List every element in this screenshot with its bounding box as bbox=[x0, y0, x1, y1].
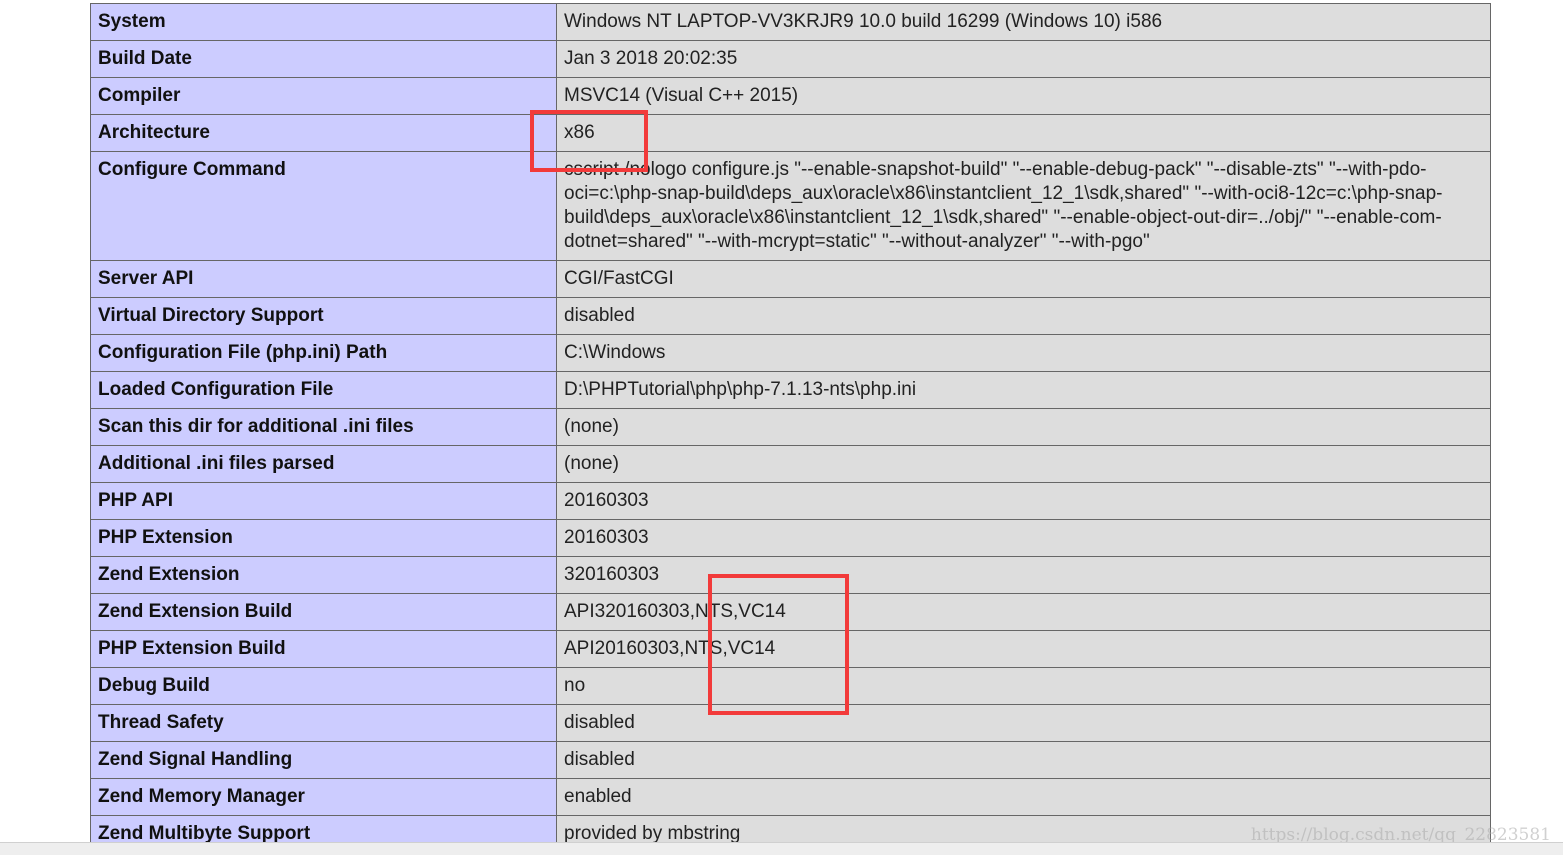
table-row: Debug Build no bbox=[90, 667, 1491, 705]
setting-value: MSVC14 (Visual C++ 2015) bbox=[556, 77, 1491, 115]
setting-name: Scan this dir for additional .ini files bbox=[90, 408, 557, 446]
table-row: System Windows NT LAPTOP-VV3KRJR9 10.0 b… bbox=[90, 3, 1491, 41]
setting-value: CGI/FastCGI bbox=[556, 260, 1491, 298]
setting-name: PHP API bbox=[90, 482, 557, 520]
table-row: Zend Extension 320160303 bbox=[90, 556, 1491, 594]
setting-name: Compiler bbox=[90, 77, 557, 115]
setting-value: API20160303,NTS,VC14 bbox=[556, 630, 1491, 668]
setting-value: Jan 3 2018 20:02:35 bbox=[556, 40, 1491, 78]
table-row: Compiler MSVC14 (Visual C++ 2015) bbox=[90, 77, 1491, 115]
setting-value: disabled bbox=[556, 704, 1491, 742]
setting-name: Zend Signal Handling bbox=[90, 741, 557, 779]
setting-name: Thread Safety bbox=[90, 704, 557, 742]
setting-value: Windows NT LAPTOP-VV3KRJR9 10.0 build 16… bbox=[556, 3, 1491, 41]
table-row: PHP Extension 20160303 bbox=[90, 519, 1491, 557]
setting-value: (none) bbox=[556, 408, 1491, 446]
setting-name: Zend Memory Manager bbox=[90, 778, 557, 816]
table-row: Zend Extension Build API320160303,NTS,VC… bbox=[90, 593, 1491, 631]
setting-name: Zend Extension bbox=[90, 556, 557, 594]
table-row: Loaded Configuration File D:\PHPTutorial… bbox=[90, 371, 1491, 409]
setting-value: 20160303 bbox=[556, 519, 1491, 557]
setting-name: Configuration File (php.ini) Path bbox=[90, 334, 557, 372]
bottom-scrollbar-area[interactable] bbox=[0, 842, 1563, 855]
setting-name: PHP Extension bbox=[90, 519, 557, 557]
phpinfo-table: System Windows NT LAPTOP-VV3KRJR9 10.0 b… bbox=[90, 3, 1491, 853]
setting-name: Configure Command bbox=[90, 151, 557, 261]
table-row: PHP Extension Build API20160303,NTS,VC14 bbox=[90, 630, 1491, 668]
table-row: Scan this dir for additional .ini files … bbox=[90, 408, 1491, 446]
setting-name: Debug Build bbox=[90, 667, 557, 705]
table-row: Architecture x86 bbox=[90, 114, 1491, 152]
table-row: PHP API 20160303 bbox=[90, 482, 1491, 520]
setting-value: disabled bbox=[556, 741, 1491, 779]
setting-name: Loaded Configuration File bbox=[90, 371, 557, 409]
setting-value: API320160303,NTS,VC14 bbox=[556, 593, 1491, 631]
table-row: Additional .ini files parsed (none) bbox=[90, 445, 1491, 483]
setting-value: C:\Windows bbox=[556, 334, 1491, 372]
table-row: Thread Safety disabled bbox=[90, 704, 1491, 742]
table-row: Configure Command cscript /nologo config… bbox=[90, 151, 1491, 261]
php-info-page: System Windows NT LAPTOP-VV3KRJR9 10.0 b… bbox=[0, 0, 1563, 855]
setting-value: D:\PHPTutorial\php\php-7.1.13-nts\php.in… bbox=[556, 371, 1491, 409]
table-row: Zend Signal Handling disabled bbox=[90, 741, 1491, 779]
setting-name: Server API bbox=[90, 260, 557, 298]
setting-value: (none) bbox=[556, 445, 1491, 483]
setting-value: 320160303 bbox=[556, 556, 1491, 594]
setting-value: disabled bbox=[556, 297, 1491, 335]
table-row: Zend Memory Manager enabled bbox=[90, 778, 1491, 816]
setting-name: Architecture bbox=[90, 114, 557, 152]
setting-name: Additional .ini files parsed bbox=[90, 445, 557, 483]
setting-value: 20160303 bbox=[556, 482, 1491, 520]
table-row: Server API CGI/FastCGI bbox=[90, 260, 1491, 298]
table-row: Virtual Directory Support disabled bbox=[90, 297, 1491, 335]
configure-command-value: cscript /nologo configure.js "--enable-s… bbox=[556, 151, 1491, 261]
table-row: Build Date Jan 3 2018 20:02:35 bbox=[90, 40, 1491, 78]
setting-value: no bbox=[556, 667, 1491, 705]
setting-name: System bbox=[90, 3, 557, 41]
setting-name: Build Date bbox=[90, 40, 557, 78]
architecture-value: x86 bbox=[556, 114, 1491, 152]
setting-name: Virtual Directory Support bbox=[90, 297, 557, 335]
setting-value: enabled bbox=[556, 778, 1491, 816]
setting-name: Zend Extension Build bbox=[90, 593, 557, 631]
table-row: Configuration File (php.ini) Path C:\Win… bbox=[90, 334, 1491, 372]
setting-name: PHP Extension Build bbox=[90, 630, 557, 668]
